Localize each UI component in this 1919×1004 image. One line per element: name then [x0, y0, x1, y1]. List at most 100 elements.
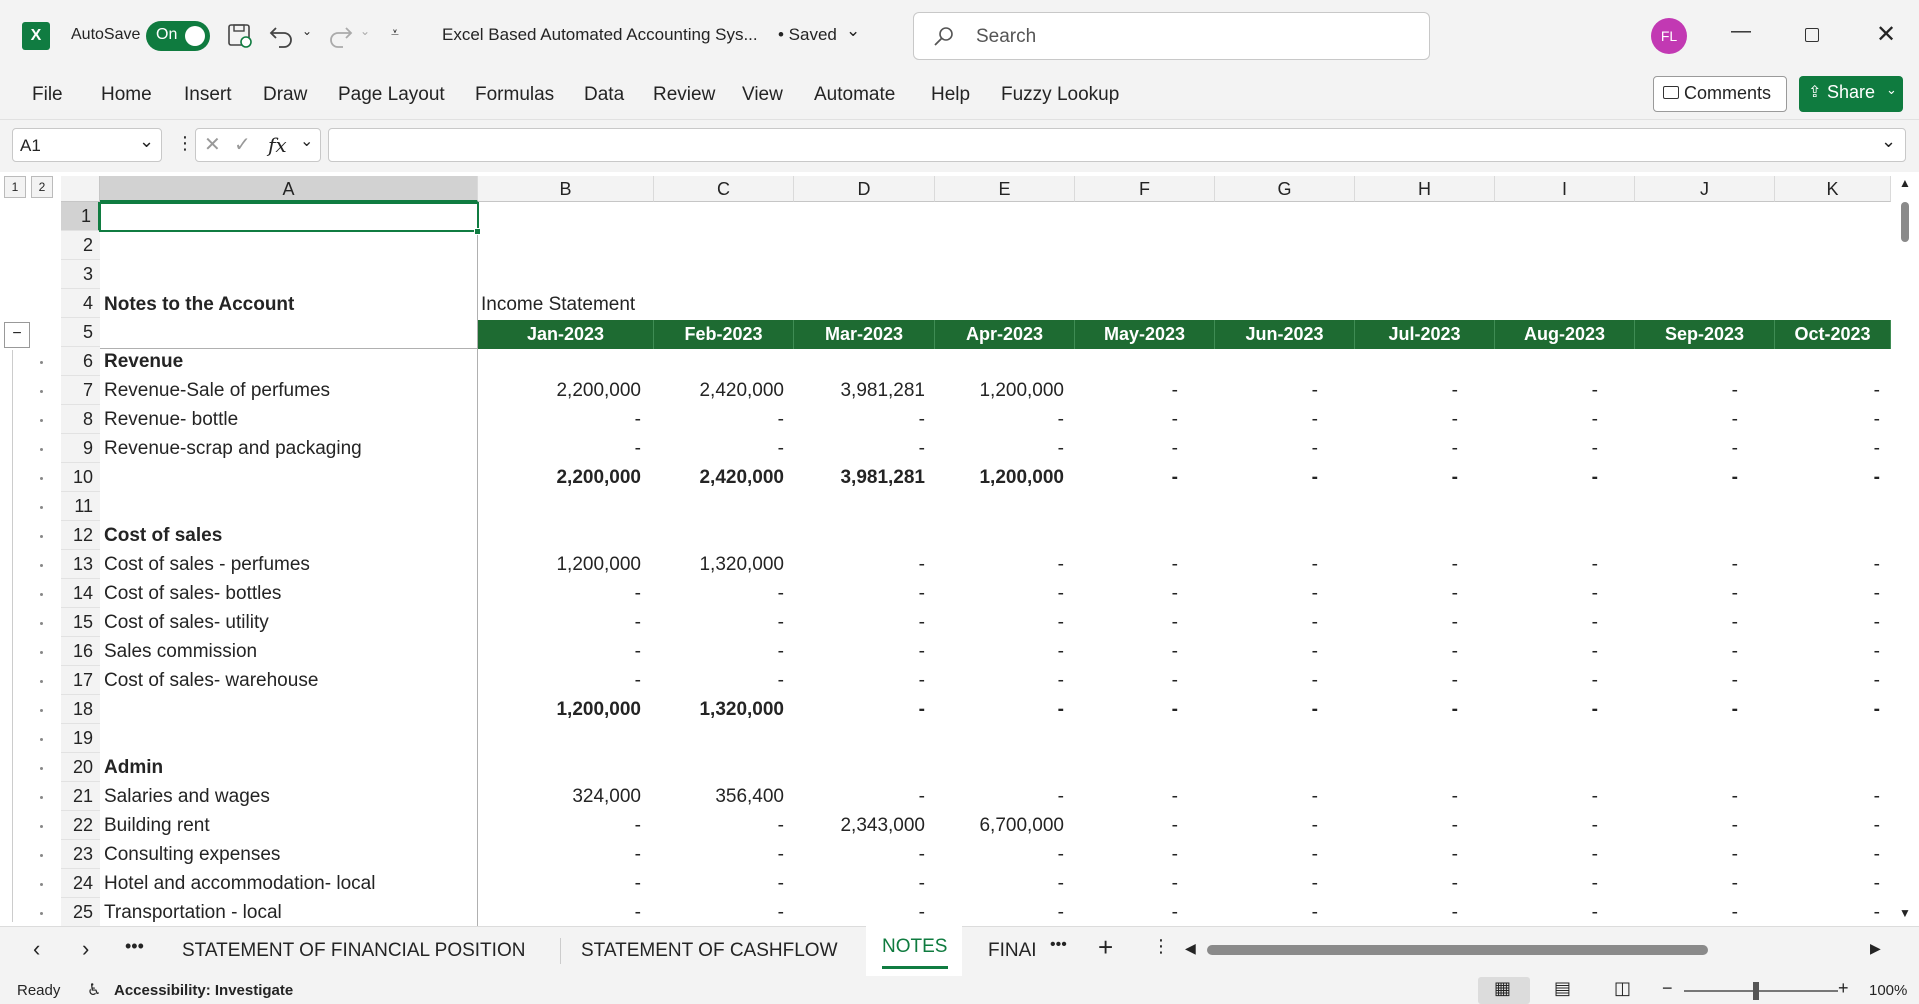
- tab-overflow-icon[interactable]: •••: [1050, 936, 1067, 954]
- value-cell[interactable]: -: [481, 637, 641, 666]
- value-cell[interactable]: -: [1298, 695, 1458, 724]
- value-cell[interactable]: 2,200,000: [481, 376, 641, 405]
- vertical-scroll-thumb[interactable]: [1901, 202, 1909, 242]
- value-cell[interactable]: -: [1438, 579, 1598, 608]
- value-cell[interactable]: -: [1298, 463, 1458, 492]
- value-cell[interactable]: -: [481, 898, 641, 926]
- value-cell[interactable]: -: [1298, 898, 1458, 926]
- value-cell[interactable]: -: [1018, 579, 1178, 608]
- row-label[interactable]: Hotel and accommodation- local: [104, 869, 375, 898]
- value-cell[interactable]: -: [1720, 579, 1880, 608]
- tab-final[interactable]: FINAI: [988, 940, 1037, 962]
- undo-dropdown-icon[interactable]: ⌄: [302, 24, 312, 38]
- value-cell[interactable]: -: [1018, 434, 1178, 463]
- month-header-feb[interactable]: Feb-2023: [654, 320, 794, 349]
- value-cell[interactable]: -: [1720, 898, 1880, 926]
- value-cell[interactable]: -: [1298, 666, 1458, 695]
- income-statement-heading[interactable]: Income Statement: [481, 290, 635, 319]
- formula-input[interactable]: ⌄: [328, 128, 1906, 162]
- share-button[interactable]: ⇪ Share ⌄: [1799, 76, 1903, 112]
- row-header[interactable]: 24: [61, 869, 100, 898]
- search-box[interactable]: Search: [913, 12, 1430, 60]
- value-cell[interactable]: -: [1720, 550, 1880, 579]
- month-header-oct[interactable]: Oct-2023: [1775, 320, 1891, 349]
- value-cell[interactable]: -: [1578, 695, 1738, 724]
- share-dropdown-icon[interactable]: ⌄: [1886, 82, 1897, 98]
- value-cell[interactable]: -: [481, 434, 641, 463]
- document-title[interactable]: Excel Based Automated Accounting Sys...: [442, 25, 758, 45]
- value-cell[interactable]: -: [1578, 811, 1738, 840]
- value-cell[interactable]: -: [1158, 434, 1318, 463]
- row-header[interactable]: 19: [61, 724, 100, 753]
- month-header-jun[interactable]: Jun-2023: [1215, 320, 1355, 349]
- value-cell[interactable]: -: [765, 666, 925, 695]
- row-label[interactable]: Sales commission: [104, 637, 257, 666]
- value-cell[interactable]: -: [1438, 666, 1598, 695]
- value-cell[interactable]: -: [1578, 405, 1738, 434]
- column-header-c[interactable]: C: [654, 176, 794, 202]
- value-cell[interactable]: -: [765, 695, 925, 724]
- row-label[interactable]: Cost of sales - perfumes: [104, 550, 310, 579]
- vertical-scrollbar[interactable]: ▲ ▼: [1891, 172, 1919, 926]
- value-cell[interactable]: -: [1158, 463, 1318, 492]
- value-cell[interactable]: -: [1158, 695, 1318, 724]
- scroll-left-icon[interactable]: ◀: [1185, 940, 1196, 957]
- column-header-h[interactable]: H: [1355, 176, 1495, 202]
- value-cell[interactable]: 2,343,000: [765, 811, 925, 840]
- menu-draw[interactable]: Draw: [263, 84, 307, 106]
- row-header[interactable]: 3: [61, 260, 100, 289]
- value-cell[interactable]: -: [1720, 608, 1880, 637]
- value-cell[interactable]: -: [1158, 840, 1318, 869]
- month-header-aug[interactable]: Aug-2023: [1495, 320, 1635, 349]
- active-cell-a1[interactable]: [99, 202, 479, 232]
- value-cell[interactable]: -: [1438, 840, 1598, 869]
- minimize-icon[interactable]: —: [1731, 20, 1751, 43]
- value-cell[interactable]: -: [1578, 434, 1738, 463]
- expand-formula-icon[interactable]: ⌄: [1881, 131, 1896, 152]
- value-cell[interactable]: -: [481, 869, 641, 898]
- value-cell[interactable]: -: [624, 869, 784, 898]
- value-cell[interactable]: -: [481, 405, 641, 434]
- value-cell[interactable]: -: [1578, 608, 1738, 637]
- value-cell[interactable]: -: [1298, 434, 1458, 463]
- value-cell[interactable]: -: [1438, 811, 1598, 840]
- menu-page-layout[interactable]: Page Layout: [338, 84, 445, 106]
- horizontal-scroll-thumb[interactable]: [1207, 945, 1708, 955]
- row-label[interactable]: Salaries and wages: [104, 782, 270, 811]
- menu-formulas[interactable]: Formulas: [475, 84, 554, 106]
- tab-cashflow[interactable]: STATEMENT OF CASHFLOW: [581, 940, 838, 962]
- zoom-in-icon[interactable]: +: [1838, 978, 1849, 999]
- close-icon[interactable]: ✕: [1876, 20, 1896, 49]
- value-cell[interactable]: -: [624, 579, 784, 608]
- row-header[interactable]: 8: [61, 405, 100, 434]
- value-cell[interactable]: -: [624, 840, 784, 869]
- row-label[interactable]: Revenue-scrap and packaging: [104, 434, 362, 463]
- value-cell[interactable]: -: [481, 579, 641, 608]
- value-cell[interactable]: -: [765, 782, 925, 811]
- value-cell[interactable]: -: [1298, 608, 1458, 637]
- value-cell[interactable]: -: [765, 579, 925, 608]
- scroll-down-icon[interactable]: ▼: [1899, 906, 1911, 920]
- value-cell[interactable]: -: [1298, 637, 1458, 666]
- comments-button[interactable]: Comments: [1653, 76, 1787, 112]
- value-cell[interactable]: -: [624, 434, 784, 463]
- row-header[interactable]: 7: [61, 376, 100, 405]
- value-cell[interactable]: 2,420,000: [624, 376, 784, 405]
- menu-fuzzy-lookup[interactable]: Fuzzy Lookup: [1001, 84, 1119, 106]
- value-cell[interactable]: -: [1438, 869, 1598, 898]
- row-header[interactable]: 22: [61, 811, 100, 840]
- value-cell[interactable]: -: [1158, 376, 1318, 405]
- scroll-right-icon[interactable]: ▶: [1870, 940, 1881, 957]
- value-cell[interactable]: 2,420,000: [624, 463, 784, 492]
- value-cell[interactable]: -: [1578, 782, 1738, 811]
- value-cell[interactable]: -: [1438, 434, 1598, 463]
- row-label[interactable]: Revenue-Sale of perfumes: [104, 376, 330, 405]
- value-cell[interactable]: 3,981,281: [765, 376, 925, 405]
- value-cell[interactable]: -: [1720, 840, 1880, 869]
- value-cell[interactable]: -: [765, 840, 925, 869]
- value-cell[interactable]: -: [624, 405, 784, 434]
- column-header-g[interactable]: G: [1215, 176, 1355, 202]
- value-cell[interactable]: -: [481, 608, 641, 637]
- row-header[interactable]: 5: [61, 318, 100, 347]
- select-all-corner[interactable]: [61, 176, 100, 202]
